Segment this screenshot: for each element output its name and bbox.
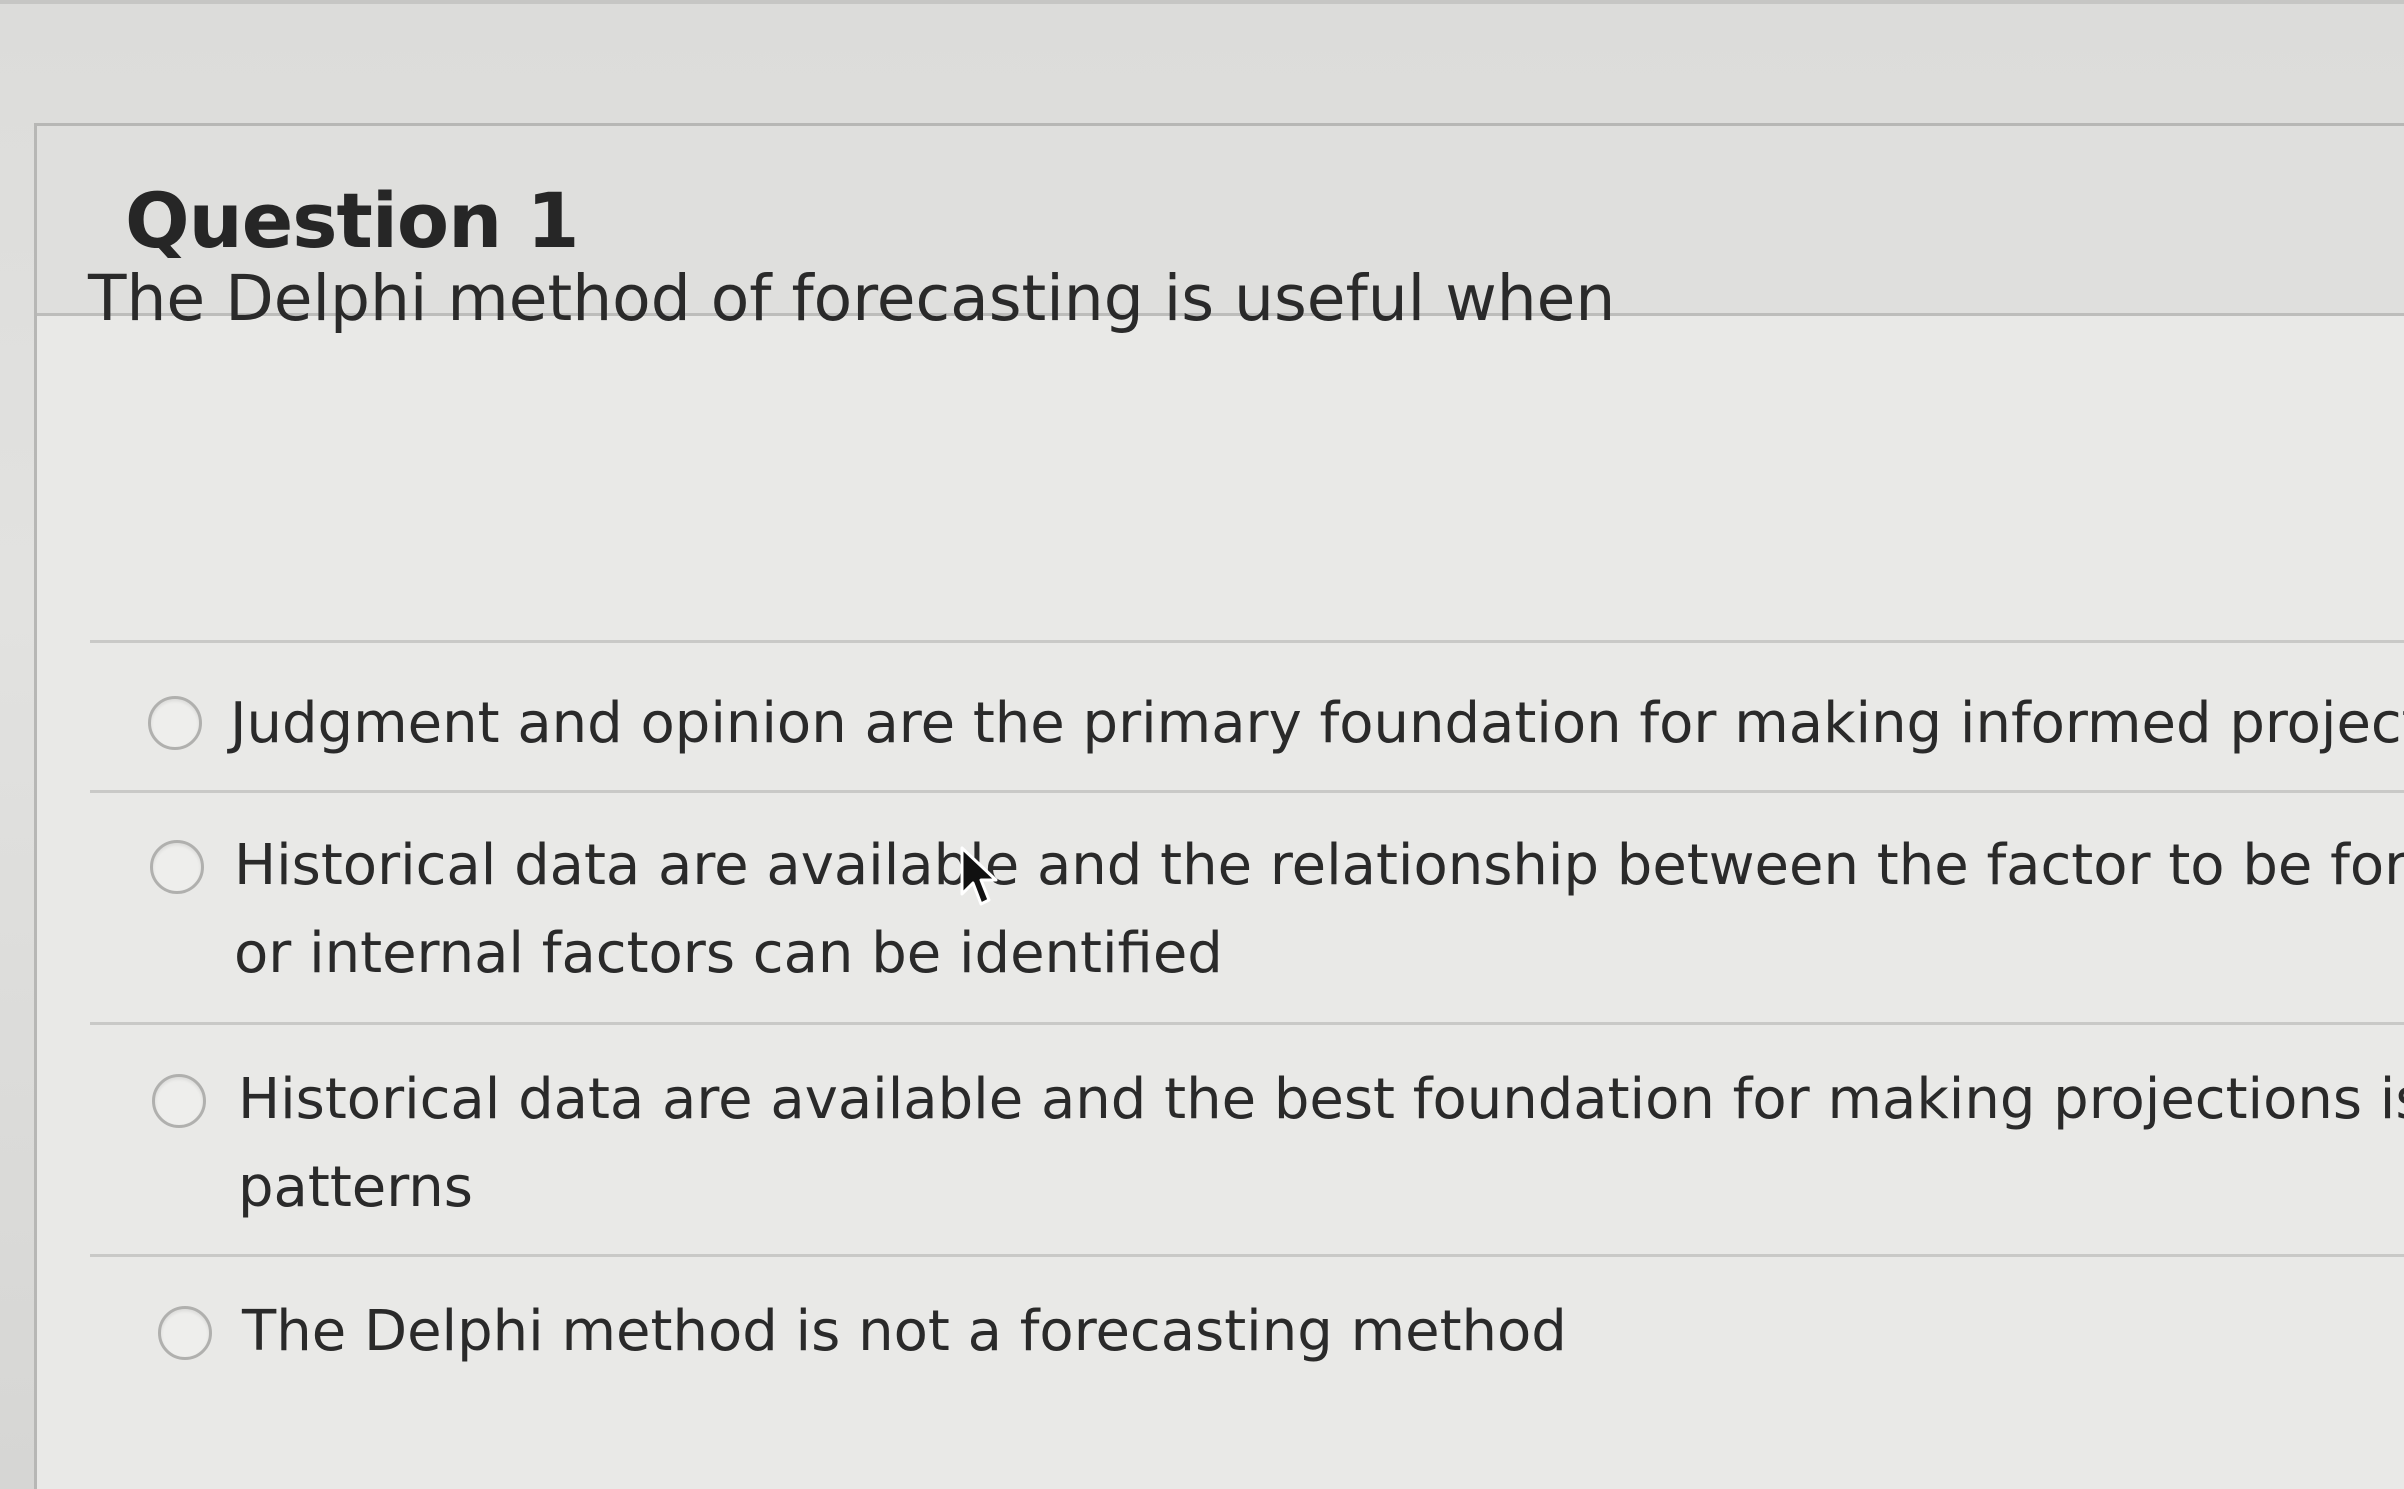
- answer-list: Judgment and opinion are the primary fou…: [0, 0, 2404, 1489]
- answer-label[interactable]: Historical data are available and the be…: [238, 1058, 2404, 1142]
- screen: Question 1 The Delphi method of forecast…: [0, 0, 2404, 1489]
- radio-button-icon[interactable]: [148, 696, 202, 750]
- answer-divider: [90, 1254, 2404, 1257]
- mouse-pointer-icon: [960, 846, 998, 906]
- answer-label[interactable]: Historical data are available and the re…: [234, 824, 2404, 908]
- answer-divider: [90, 790, 2404, 793]
- answer-label-continued[interactable]: patterns: [238, 1146, 473, 1230]
- radio-button-icon[interactable]: [152, 1074, 206, 1128]
- answer-divider: [90, 640, 2404, 643]
- answer-label[interactable]: The Delphi method is not a forecasting m…: [242, 1290, 1567, 1374]
- answer-label[interactable]: Judgment and opinion are the primary fou…: [230, 682, 2404, 766]
- answer-divider: [90, 1022, 2404, 1025]
- radio-button-icon[interactable]: [150, 840, 204, 894]
- answer-label-continued[interactable]: or internal factors can be identified: [234, 912, 1223, 996]
- radio-button-icon[interactable]: [158, 1306, 212, 1360]
